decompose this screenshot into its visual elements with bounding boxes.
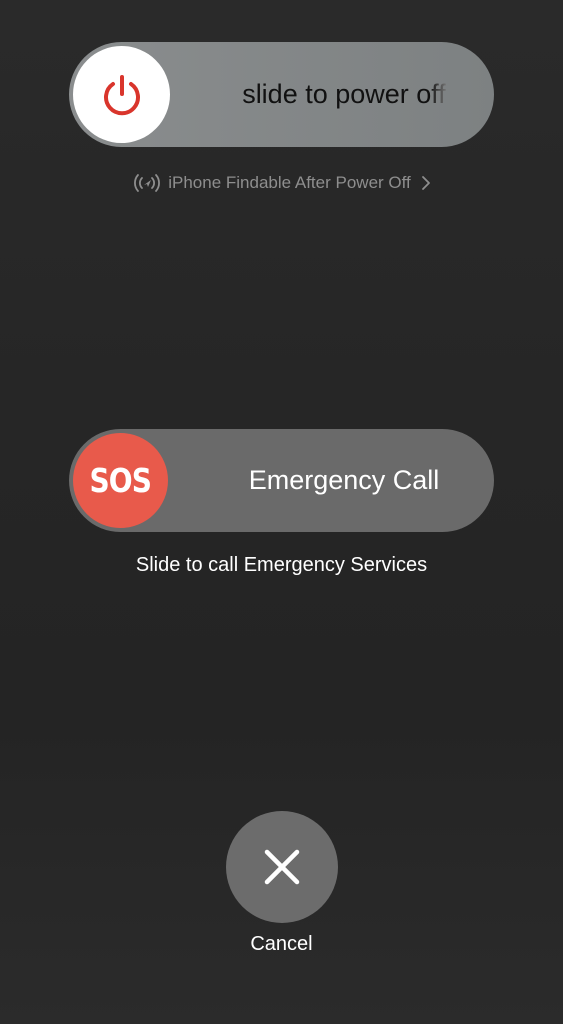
power-off-slider[interactable]: slide to power off bbox=[69, 42, 494, 147]
close-icon bbox=[264, 849, 300, 885]
emergency-call-label: Emergency Call bbox=[248, 465, 440, 495]
power-icon bbox=[103, 74, 140, 115]
chevron-right-icon bbox=[421, 176, 430, 190]
sos-knob[interactable]: SOS bbox=[73, 433, 168, 528]
sos-caption: Slide to call Emergency Services bbox=[135, 554, 428, 576]
power-off-label: slide to power off bbox=[174, 42, 494, 147]
emergency-sos-slider[interactable]: SOS Emergency Call bbox=[69, 429, 494, 532]
sos-knob-label: SOS bbox=[89, 461, 153, 500]
cancel-label: Cancel bbox=[250, 933, 313, 955]
findmy-signal-icon bbox=[134, 174, 161, 192]
findable-after-power-off-link[interactable]: iPhone Findable After Power Off bbox=[0, 172, 563, 194]
findable-label: iPhone Findable After Power Off bbox=[168, 173, 411, 192]
cancel-button[interactable] bbox=[226, 811, 338, 923]
power-off-knob[interactable] bbox=[73, 46, 170, 143]
